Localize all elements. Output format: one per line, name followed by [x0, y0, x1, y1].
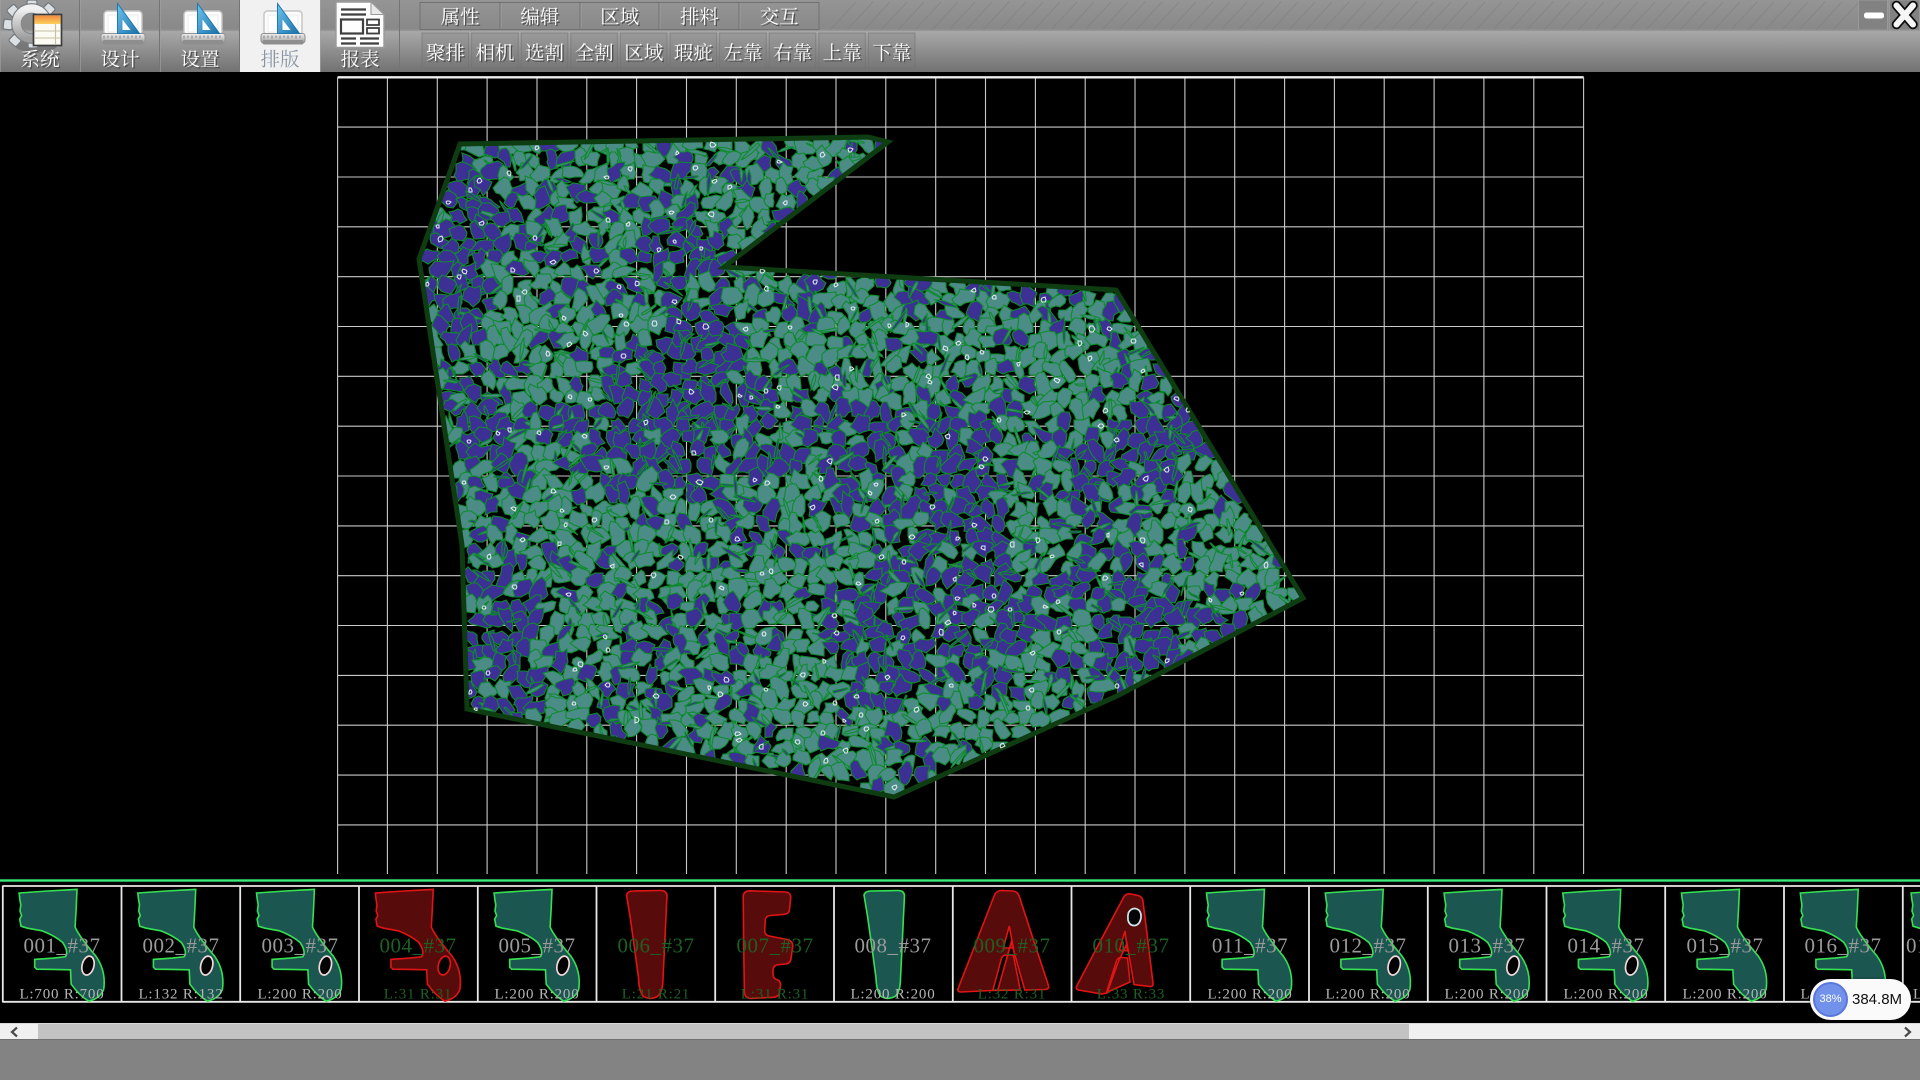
- svg-text:012_#37: 012_#37: [1330, 934, 1407, 958]
- svg-text:001_#37: 001_#37: [24, 934, 101, 958]
- svg-text:L:31 R:31: L:31 R:31: [741, 987, 809, 1003]
- svg-text:009_#37: 009_#37: [974, 934, 1051, 958]
- svg-text:L:200 R:200: L:200 R:200: [1563, 987, 1648, 1003]
- svg-text:006_#37: 006_#37: [618, 934, 695, 958]
- svg-text:L:31 R:31: L:31 R:31: [384, 987, 452, 1003]
- svg-text:L:32 R:31: L:32 R:31: [978, 987, 1046, 1003]
- svg-text:L:200 R:200: L:200 R:200: [1444, 987, 1529, 1003]
- svg-text:L:200 R:200: L:200 R:200: [1913, 987, 1920, 1003]
- svg-text:007_#37: 007_#37: [737, 934, 814, 958]
- svg-text:002_#37: 002_#37: [143, 934, 220, 958]
- svg-text:L:33 R:33: L:33 R:33: [1097, 987, 1165, 1003]
- svg-text:013_#37: 013_#37: [1449, 934, 1526, 958]
- svg-text:L:200 R:200: L:200 R:200: [1325, 987, 1410, 1003]
- svg-text:L:200 R:200: L:200 R:200: [1207, 987, 1292, 1003]
- svg-text:L:132 R:132: L:132 R:132: [138, 987, 223, 1003]
- svg-text:017_#37: 017_#37: [1906, 934, 1920, 958]
- svg-text:004_#37: 004_#37: [380, 934, 457, 958]
- svg-text:005_#37: 005_#37: [499, 934, 576, 958]
- svg-text:010_#37: 010_#37: [1093, 934, 1170, 958]
- svg-text:003_#37: 003_#37: [262, 934, 339, 958]
- svg-text:L:200 R:200: L:200 R:200: [850, 987, 935, 1003]
- svg-text:015_#37: 015_#37: [1687, 934, 1764, 958]
- svg-text:011_#37: 011_#37: [1212, 934, 1288, 958]
- svg-text:016_#37: 016_#37: [1805, 934, 1882, 958]
- svg-text:L:200 R:200: L:200 R:200: [257, 987, 342, 1003]
- svg-text:L:200 R:200: L:200 R:200: [494, 987, 579, 1003]
- svg-text:L:200 R:200: L:200 R:200: [1682, 987, 1767, 1003]
- svg-text:008_#37: 008_#37: [855, 934, 932, 958]
- svg-text:014_#37: 014_#37: [1568, 934, 1645, 958]
- svg-text:L:21 R:21: L:21 R:21: [622, 987, 690, 1003]
- svg-text:L:700 R:700: L:700 R:700: [19, 987, 104, 1003]
